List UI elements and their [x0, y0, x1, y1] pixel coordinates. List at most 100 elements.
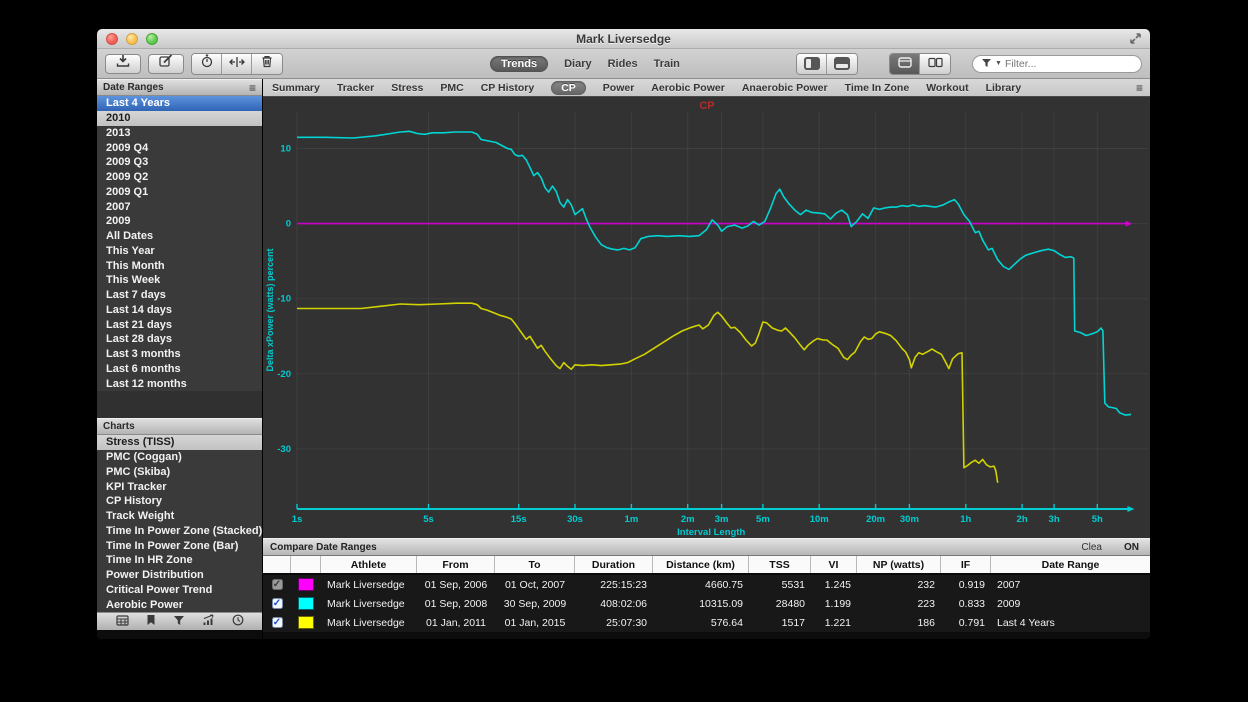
chevron-down-icon: ▼ [995, 60, 1002, 67]
cell-vi: 1.245 [811, 579, 857, 591]
list-item[interactable]: Last 14 days [97, 303, 262, 318]
list-item[interactable]: PMC (Skiba) [97, 465, 262, 480]
tab-aerobic-power[interactable]: Aerobic Power [651, 82, 725, 94]
view-train[interactable]: Train [654, 58, 680, 70]
charts-header-label: Charts [103, 421, 135, 432]
tab-power[interactable]: Power [603, 82, 635, 94]
table-row[interactable]: ✓Mark Liversedge01 Sep, 200830 Sep, 2009… [263, 594, 1150, 613]
split-view-button[interactable] [222, 54, 252, 74]
list-item[interactable]: Power Distribution [97, 568, 262, 583]
list-item[interactable]: Stress (TISS) [97, 435, 262, 450]
view-rides[interactable]: Rides [608, 58, 638, 70]
x-tick-label: 20m [866, 514, 885, 525]
list-item[interactable]: KPI Tracker [97, 479, 262, 494]
content: Date Ranges ≡ Last 4 Years201020132009 Q… [97, 79, 1150, 639]
table-row[interactable]: ✓Mark Liversedge01 Sep, 200601 Oct, 2007… [263, 575, 1150, 594]
stopwatch-button[interactable] [192, 54, 222, 74]
list-item[interactable]: Last 21 days [97, 317, 262, 332]
cell-if: 0.919 [941, 579, 991, 591]
table-row[interactable]: ✓Mark Liversedge01 Jan, 201101 Jan, 2015… [263, 613, 1150, 632]
list-item[interactable]: Last 3 months [97, 347, 262, 362]
cell-tss: 1517 [749, 617, 811, 629]
chart-icon[interactable] [202, 613, 215, 631]
filter-input[interactable] [1005, 58, 1115, 70]
tiled-view-button[interactable] [890, 54, 920, 74]
download-button[interactable] [105, 54, 141, 74]
tabbed-view-button[interactable] [920, 54, 950, 74]
column-header: VI [811, 556, 857, 573]
bookmark-icon[interactable] [146, 613, 156, 631]
trash-button[interactable] [252, 54, 282, 74]
cp-chart-canvas: 1s5s15s30s1m2m3m5m10m20m30m1h2h3h5hInter… [263, 97, 1151, 538]
zoom-window-icon[interactable] [146, 33, 158, 45]
tab-workout[interactable]: Workout [926, 82, 968, 94]
list-item[interactable]: Critical Power Trend [97, 583, 262, 598]
list-item[interactable]: Last 6 months [97, 362, 262, 377]
x-tick-label: 30s [567, 514, 583, 525]
compose-button[interactable] [148, 54, 184, 74]
list-item[interactable]: 2009 Q4 [97, 140, 262, 155]
expand-icon[interactable] [1129, 32, 1142, 50]
table-icon[interactable] [116, 613, 129, 631]
list-item[interactable]: 2009 Q1 [97, 185, 262, 200]
tab-time-in-zone[interactable]: Time In Zone [845, 82, 910, 94]
list-item[interactable]: PMC (Coggan) [97, 450, 262, 465]
list-item[interactable]: 2009 [97, 214, 262, 229]
menu-icon[interactable]: ≡ [249, 83, 256, 93]
x-tick-label: 2h [1017, 514, 1028, 525]
clock-icon[interactable] [232, 613, 244, 631]
x-tick-label: 3h [1049, 514, 1060, 525]
tabbar-menu-icon[interactable]: ≡ [1136, 81, 1143, 95]
close-icon[interactable] [106, 33, 118, 45]
list-item[interactable]: Last 7 days [97, 288, 262, 303]
cell-np: 232 [857, 579, 941, 591]
main-area: Summary Tracker Stress PMC CP History CP Power… [263, 79, 1150, 639]
list-item[interactable]: All Dates [97, 229, 262, 244]
row-checkbox[interactable]: ✓ [272, 579, 283, 590]
tab-tracker[interactable]: Tracker [337, 82, 374, 94]
view-trends[interactable]: Trends [490, 56, 548, 72]
list-item[interactable]: CP History [97, 494, 262, 509]
tab-anaerobic-power[interactable]: Anaerobic Power [742, 82, 828, 94]
list-item[interactable]: Aerobic Power [97, 597, 262, 612]
clear-button[interactable]: Clea [1081, 542, 1102, 553]
tab-cp-history[interactable]: CP History [481, 82, 535, 94]
tab-stress[interactable]: Stress [391, 82, 423, 94]
list-item[interactable]: 2009 Q3 [97, 155, 262, 170]
row-checkbox[interactable]: ✓ [272, 617, 283, 628]
list-item[interactable]: Last 4 Years [97, 96, 262, 111]
tab-library[interactable]: Library [986, 82, 1022, 94]
list-item[interactable]: Last 28 days [97, 332, 262, 347]
list-item[interactable]: 2013 [97, 126, 262, 141]
cell-np: 223 [857, 598, 941, 610]
filter-field[interactable]: ▼ [972, 55, 1142, 73]
tab-summary[interactable]: Summary [272, 82, 320, 94]
list-item[interactable]: 2009 Q2 [97, 170, 262, 185]
toggle-bottom-panel-button[interactable] [827, 54, 857, 74]
list-item[interactable]: This Month [97, 258, 262, 273]
tab-cp[interactable]: CP [551, 81, 586, 95]
panel-bottom-icon [834, 57, 850, 70]
list-item[interactable]: Track Weight [97, 509, 262, 524]
list-item[interactable]: 2007 [97, 199, 262, 214]
row-checkbox[interactable]: ✓ [272, 598, 283, 609]
list-item[interactable]: Last 12 months [97, 376, 262, 391]
list-item[interactable]: Time In Power Zone (Stacked) [97, 524, 262, 539]
view-diary[interactable]: Diary [564, 58, 592, 70]
funnel-icon[interactable] [173, 613, 185, 631]
minimize-icon[interactable] [126, 33, 138, 45]
compare-table-header: AthleteFromToDurationDistance (km)TSSVIN… [263, 556, 1150, 575]
toggle-left-panel-button[interactable] [797, 54, 827, 74]
compare-on-toggle[interactable]: ON [1124, 542, 1139, 553]
list-item[interactable]: 2010 [97, 111, 262, 126]
tab-pmc[interactable]: PMC [440, 82, 463, 94]
panel-left-icon [804, 57, 820, 70]
series-last-4-years [297, 303, 998, 483]
trash-icon [261, 55, 273, 73]
list-item[interactable]: Time In Power Zone (Bar) [97, 538, 262, 553]
cell-range: Last 4 Years [991, 617, 1150, 629]
list-item[interactable]: This Year [97, 244, 262, 259]
cp-chart: 1s5s15s30s1m2m3m5m10m20m30m1h2h3h5hInter… [263, 97, 1150, 538]
list-item[interactable]: Time In HR Zone [97, 553, 262, 568]
list-item[interactable]: This Week [97, 273, 262, 288]
